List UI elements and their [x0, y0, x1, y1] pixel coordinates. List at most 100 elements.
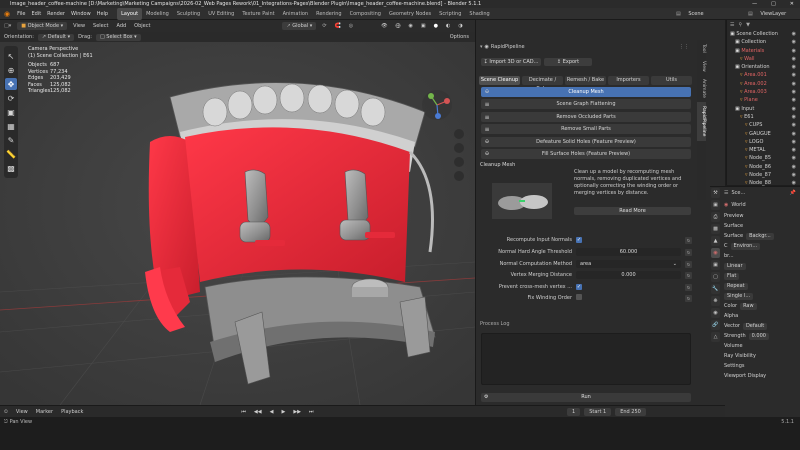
- property-row[interactable]: Viewport Display: [724, 371, 800, 381]
- fill-surface-holes-button[interactable]: ⎉ Fill Surface Holes (Feature Preview): [481, 149, 691, 159]
- viewport-menu-object[interactable]: Object: [130, 20, 154, 32]
- modifier-props-icon[interactable]: 🔧: [711, 284, 720, 294]
- orientation-selector[interactable]: ↗ Default ▾: [37, 33, 75, 41]
- outliner-item[interactable]: ▣ Materials ◉: [727, 47, 800, 55]
- rotate-tool-icon[interactable]: ⟳: [5, 92, 17, 104]
- view-layer-props-icon[interactable]: ▩: [711, 224, 720, 234]
- outliner-editor-icon[interactable]: ☰: [730, 22, 734, 28]
- property-row[interactable]: Surface: [724, 221, 800, 231]
- property-value[interactable]: Flat: [724, 273, 740, 280]
- timeline-menu-playback[interactable]: Playback: [57, 406, 87, 418]
- outliner-item[interactable]: ▿ Wall ◉: [727, 55, 800, 63]
- property-row[interactable]: Preview: [724, 211, 800, 221]
- shading-solid-icon[interactable]: ●: [430, 20, 442, 32]
- outliner-search-icon[interactable]: ⚲: [738, 22, 742, 28]
- cleanup-mesh-button[interactable]: ⎉ Cleanup Mesh: [481, 87, 691, 97]
- outliner-item[interactable]: ▣ Scene Collection ◉: [727, 30, 800, 38]
- collection-props-icon[interactable]: ▣: [711, 260, 720, 270]
- property-value[interactable]: Repeat: [724, 283, 748, 290]
- reset-icon[interactable]: ↻: [685, 271, 692, 279]
- remove-small-parts-button[interactable]: ≡ Remove Small Parts: [481, 124, 691, 134]
- reset-icon[interactable]: ↻: [685, 248, 692, 256]
- property-row[interactable]: Flat: [724, 271, 800, 281]
- visibility-eye-icon[interactable]: ◉: [792, 38, 796, 46]
- workspace-tab-compositing[interactable]: Compositing: [346, 8, 385, 20]
- export-button[interactable]: ↥ Export: [544, 58, 592, 66]
- editor-type-icon[interactable]: □▾: [0, 20, 15, 32]
- properties-editor-icon[interactable]: ☰: [724, 190, 728, 196]
- output-props-icon[interactable]: ⎙: [711, 212, 720, 222]
- outliner-item[interactable]: ▿ Area.003 ◉: [727, 88, 800, 96]
- overlay-toggle-icon[interactable]: ◉: [405, 20, 417, 32]
- outliner-item[interactable]: ▿ Node_86 ◉: [727, 163, 800, 171]
- physics-props-icon[interactable]: ◉: [711, 308, 720, 318]
- drag-selector[interactable]: □ Select Box ▾: [95, 33, 141, 41]
- navigation-gizmo[interactable]: [422, 90, 452, 120]
- tab-scene-cleanup[interactable]: Scene Cleanup: [479, 76, 520, 85]
- property-row[interactable]: Strength 0.000: [724, 331, 800, 341]
- menu-file[interactable]: File: [14, 8, 28, 20]
- reset-icon[interactable]: ↻: [685, 294, 692, 302]
- visibility-eye-icon[interactable]: ◉: [792, 80, 796, 88]
- outliner-item[interactable]: ▿ Area.001 ◉: [727, 71, 800, 79]
- property-row[interactable]: Volume: [724, 341, 800, 351]
- property-row[interactable]: Vector Default: [724, 321, 800, 331]
- pivot-icon[interactable]: ⟳: [318, 20, 330, 32]
- reset-icon[interactable]: ↻: [685, 260, 692, 268]
- menu-edit[interactable]: Edit: [28, 8, 44, 20]
- play-icon[interactable]: ▶: [277, 406, 289, 418]
- visibility-eye-icon[interactable]: ◉: [792, 30, 796, 38]
- property-row[interactable]: Color Raw: [724, 301, 800, 311]
- tab-decimate-bake[interactable]: Decimate / Bake: [522, 76, 563, 92]
- normal-method-select[interactable]: area ⌄: [576, 260, 681, 268]
- menu-window[interactable]: Window: [68, 8, 94, 20]
- visibility-eye-icon[interactable]: ◉: [792, 71, 796, 79]
- transform-orientation-selector[interactable]: ↗ Global ▾: [282, 22, 317, 30]
- 3d-viewport[interactable]: [0, 42, 475, 405]
- timeline-editor-icon[interactable]: ⏲: [0, 406, 12, 418]
- property-value[interactable]: Environ...: [730, 243, 761, 250]
- scale-tool-icon[interactable]: ▣: [5, 106, 17, 118]
- workspace-tab-uv-editing[interactable]: UV Editing: [204, 8, 238, 20]
- property-value[interactable]: Raw: [740, 303, 757, 310]
- panel-grip-icon[interactable]: ⋮⋮: [679, 44, 689, 50]
- visibility-eye-icon[interactable]: ◉: [792, 138, 796, 146]
- workspace-tab-layout[interactable]: Layout: [117, 7, 143, 20]
- outliner-item[interactable]: ▿ E61 ◉: [727, 113, 800, 121]
- mode-selector[interactable]: ■ Object Mode ▾: [17, 22, 68, 30]
- world-props-icon[interactable]: ◉: [711, 248, 720, 258]
- visibility-eye-icon[interactable]: ◉: [792, 88, 796, 96]
- frame-end-input[interactable]: End 250: [615, 407, 646, 416]
- visibility-eye-icon[interactable]: ◉: [792, 55, 796, 63]
- run-button[interactable]: ⚙ Run: [481, 393, 691, 402]
- scene-selector[interactable]: ▤ Scene: [670, 8, 710, 20]
- viewport-menu-view[interactable]: View: [69, 20, 89, 32]
- render-props-icon[interactable]: ▣: [711, 200, 720, 210]
- view-layer-selector[interactable]: ▤ ViewLayer: [742, 8, 792, 20]
- outliner-item[interactable]: ▿ Area.002 ◉: [727, 80, 800, 88]
- property-value[interactable]: Default: [742, 323, 768, 330]
- proportional-edit-icon[interactable]: ◎: [345, 20, 357, 32]
- viewport-menu-select[interactable]: Select: [89, 20, 112, 32]
- outliner-item[interactable]: ▣ Input ◉: [727, 105, 800, 113]
- snap-icon[interactable]: 🧲: [331, 20, 345, 32]
- tab-remesh-bake[interactable]: Remesh / Bake: [565, 76, 606, 85]
- property-row[interactable]: br...: [724, 251, 800, 261]
- visibility-eye-icon[interactable]: ◉: [792, 105, 796, 113]
- constraints-props-icon[interactable]: 🔗: [711, 320, 720, 330]
- workspace-tab-sculpting[interactable]: Sculpting: [173, 8, 204, 20]
- jump-end-icon[interactable]: ⏭: [305, 406, 318, 418]
- outliner-item[interactable]: ▣ Orientation ◉: [727, 63, 800, 71]
- property-row[interactable]: Repeat: [724, 281, 800, 291]
- play-reverse-icon[interactable]: ◀: [266, 406, 278, 418]
- tool-props-icon[interactable]: ⚒: [711, 188, 720, 198]
- gizmo-toggle-icon[interactable]: ⨁: [392, 20, 405, 32]
- vertex-merging-distance-input[interactable]: 0.000: [576, 271, 681, 279]
- visibility-eye-icon[interactable]: ◉: [792, 154, 796, 162]
- visibility-eye-icon[interactable]: ◉: [792, 63, 796, 71]
- sidebar-tab-tool[interactable]: Tool: [697, 40, 706, 57]
- prev-keyframe-icon[interactable]: ◀◀: [250, 406, 266, 418]
- timeline-menu-view[interactable]: View: [12, 406, 32, 418]
- add-cube-tool-icon[interactable]: ▩: [5, 162, 17, 174]
- menu-render[interactable]: Render: [44, 8, 68, 20]
